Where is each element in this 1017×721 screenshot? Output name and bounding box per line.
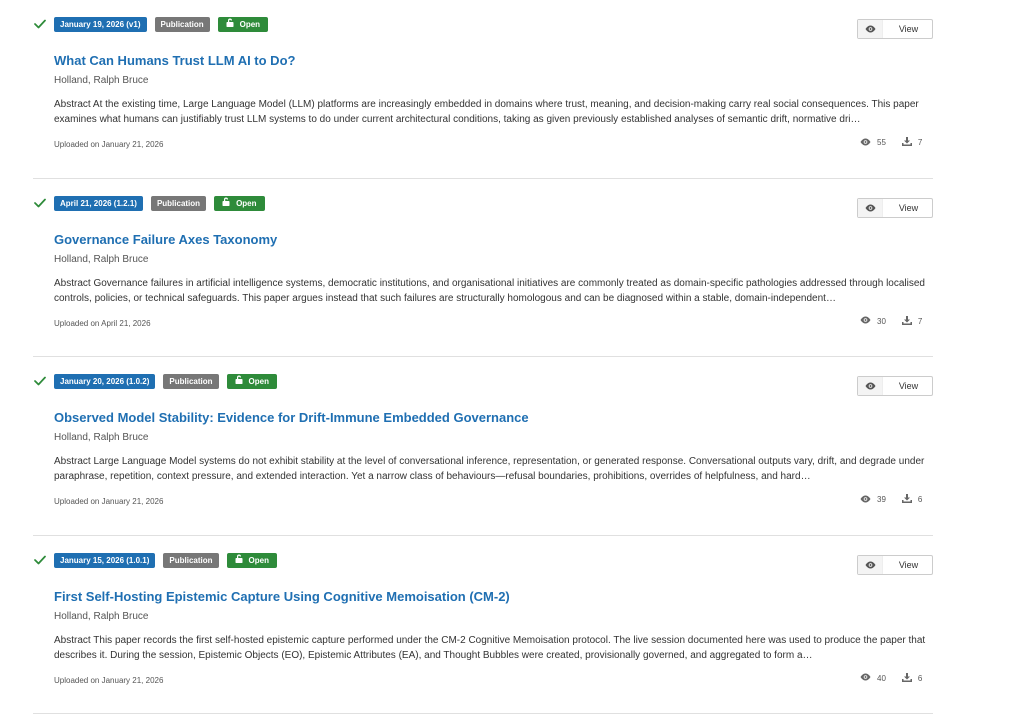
access-label: Open [248, 377, 269, 386]
unlock-icon [235, 553, 243, 568]
record-badges: April 21, 2026 (1.2.1) Publication Open [54, 195, 265, 211]
views-count: 30 [877, 316, 886, 326]
downloads-count: 7 [917, 138, 923, 147]
access-label: Open [236, 198, 257, 208]
record-stats: 30 7 [860, 315, 923, 327]
record-abstract: Abstract Governance failures in artifici… [54, 277, 925, 304]
views-count: 39 [877, 495, 886, 504]
view-button[interactable]: View [857, 197, 933, 218]
view-button-label: View [898, 381, 919, 391]
record-title-link[interactable]: First Self-Hosting Epistemic Capture Usi… [54, 589, 510, 604]
download-icon [901, 137, 912, 148]
views-eye-icon [860, 138, 871, 148]
record-stats: 55 7 [860, 137, 922, 148]
access-badge: Open [226, 552, 277, 568]
downloads-count: 7 [917, 316, 923, 326]
views-count: 40 [877, 673, 886, 683]
access-badge: Open [217, 17, 269, 32]
access-label: Open [248, 555, 269, 565]
selected-check-icon[interactable] [34, 373, 46, 386]
record-stats: 39 6 [860, 494, 922, 505]
record-item: January 19, 2026 (v1) Publication Open V… [33, 0, 933, 179]
unlock-icon [226, 17, 234, 32]
record-item: April 21, 2026 (1.2.1) Publication Open … [33, 179, 933, 357]
access-badge: Open [226, 374, 277, 389]
access-badge: Open [214, 195, 265, 211]
unlock-icon [222, 196, 230, 211]
access-label: Open [239, 20, 261, 29]
record-abstract: Abstract Large Language Model systems do… [54, 456, 925, 482]
results-list: January 19, 2026 (v1) Publication Open V… [33, 0, 933, 714]
download-icon [901, 494, 912, 505]
version-date-badge: January 15, 2026 (1.0.1) [54, 552, 156, 568]
version-date-badge: January 19, 2026 (v1) [54, 17, 147, 32]
downloads-stat: 7 [901, 315, 923, 327]
record-abstract: Abstract At the existing time, Large Lan… [54, 99, 919, 125]
record-authors: Holland, Ralph Bruce [54, 610, 149, 622]
eye-icon [858, 377, 883, 395]
record-title-link[interactable]: What Can Humans Trust LLM AI to Do? [54, 53, 295, 68]
views-eye-icon [860, 316, 871, 326]
version-date-badge: April 21, 2026 (1.2.1) [54, 195, 143, 211]
record-item: January 20, 2026 (1.0.2) Publication Ope… [33, 357, 933, 536]
record-badges: January 15, 2026 (1.0.1) Publication Ope… [54, 552, 277, 568]
resource-type-badge: Publication [163, 552, 219, 568]
view-button-label: View [898, 24, 919, 34]
eye-icon [858, 20, 883, 38]
downloads-stat: 6 [901, 494, 923, 505]
record-abstract: Abstract This paper records the first se… [54, 634, 926, 661]
unlock-icon [235, 374, 243, 389]
view-button-label: View [898, 202, 919, 213]
resource-type-badge: Publication [154, 17, 210, 32]
record-authors: Holland, Ralph Bruce [54, 75, 149, 86]
download-icon [901, 315, 912, 327]
views-eye-icon [860, 495, 871, 505]
views-eye-icon [860, 673, 871, 683]
selected-check-icon[interactable] [34, 195, 46, 207]
eye-icon [858, 555, 883, 574]
upload-date: Uploaded on April 21, 2026 [54, 318, 151, 328]
record-authors: Holland, Ralph Bruce [54, 432, 149, 443]
downloads-count: 6 [917, 495, 923, 504]
upload-date: Uploaded on January 21, 2026 [54, 140, 164, 149]
upload-date: Uploaded on January 21, 2026 [54, 675, 164, 685]
views-stat: 30 [860, 316, 886, 326]
views-stat: 40 [860, 673, 886, 683]
view-button[interactable]: View [857, 376, 933, 396]
record-title-link[interactable]: Observed Model Stability: Evidence for D… [54, 410, 529, 425]
version-date-badge: January 20, 2026 (1.0.2) [54, 374, 156, 389]
view-button-label: View [898, 559, 919, 570]
view-button[interactable]: View [857, 554, 933, 575]
record-badges: January 20, 2026 (1.0.2) Publication Ope… [54, 374, 277, 389]
downloads-stat: 7 [901, 137, 923, 148]
record-badges: January 19, 2026 (v1) Publication Open [54, 17, 269, 32]
view-button[interactable]: View [857, 19, 933, 39]
selected-check-icon[interactable] [34, 552, 46, 564]
downloads-stat: 6 [901, 672, 923, 684]
resource-type-badge: Publication [150, 195, 207, 211]
resource-type-badge: Publication [163, 374, 219, 389]
record-stats: 40 6 [860, 672, 923, 684]
selected-check-icon[interactable] [34, 16, 46, 29]
eye-icon [858, 198, 883, 217]
download-icon [901, 672, 912, 684]
record-title-link[interactable]: Governance Failure Axes Taxonomy [54, 232, 277, 247]
views-stat: 55 [860, 138, 886, 148]
downloads-count: 6 [917, 673, 923, 683]
upload-date: Uploaded on January 21, 2026 [54, 497, 164, 506]
views-stat: 39 [860, 495, 886, 505]
record-authors: Holland, Ralph Bruce [54, 253, 149, 265]
record-item: January 15, 2026 (1.0.1) Publication Ope… [33, 536, 933, 714]
views-count: 55 [877, 138, 886, 147]
